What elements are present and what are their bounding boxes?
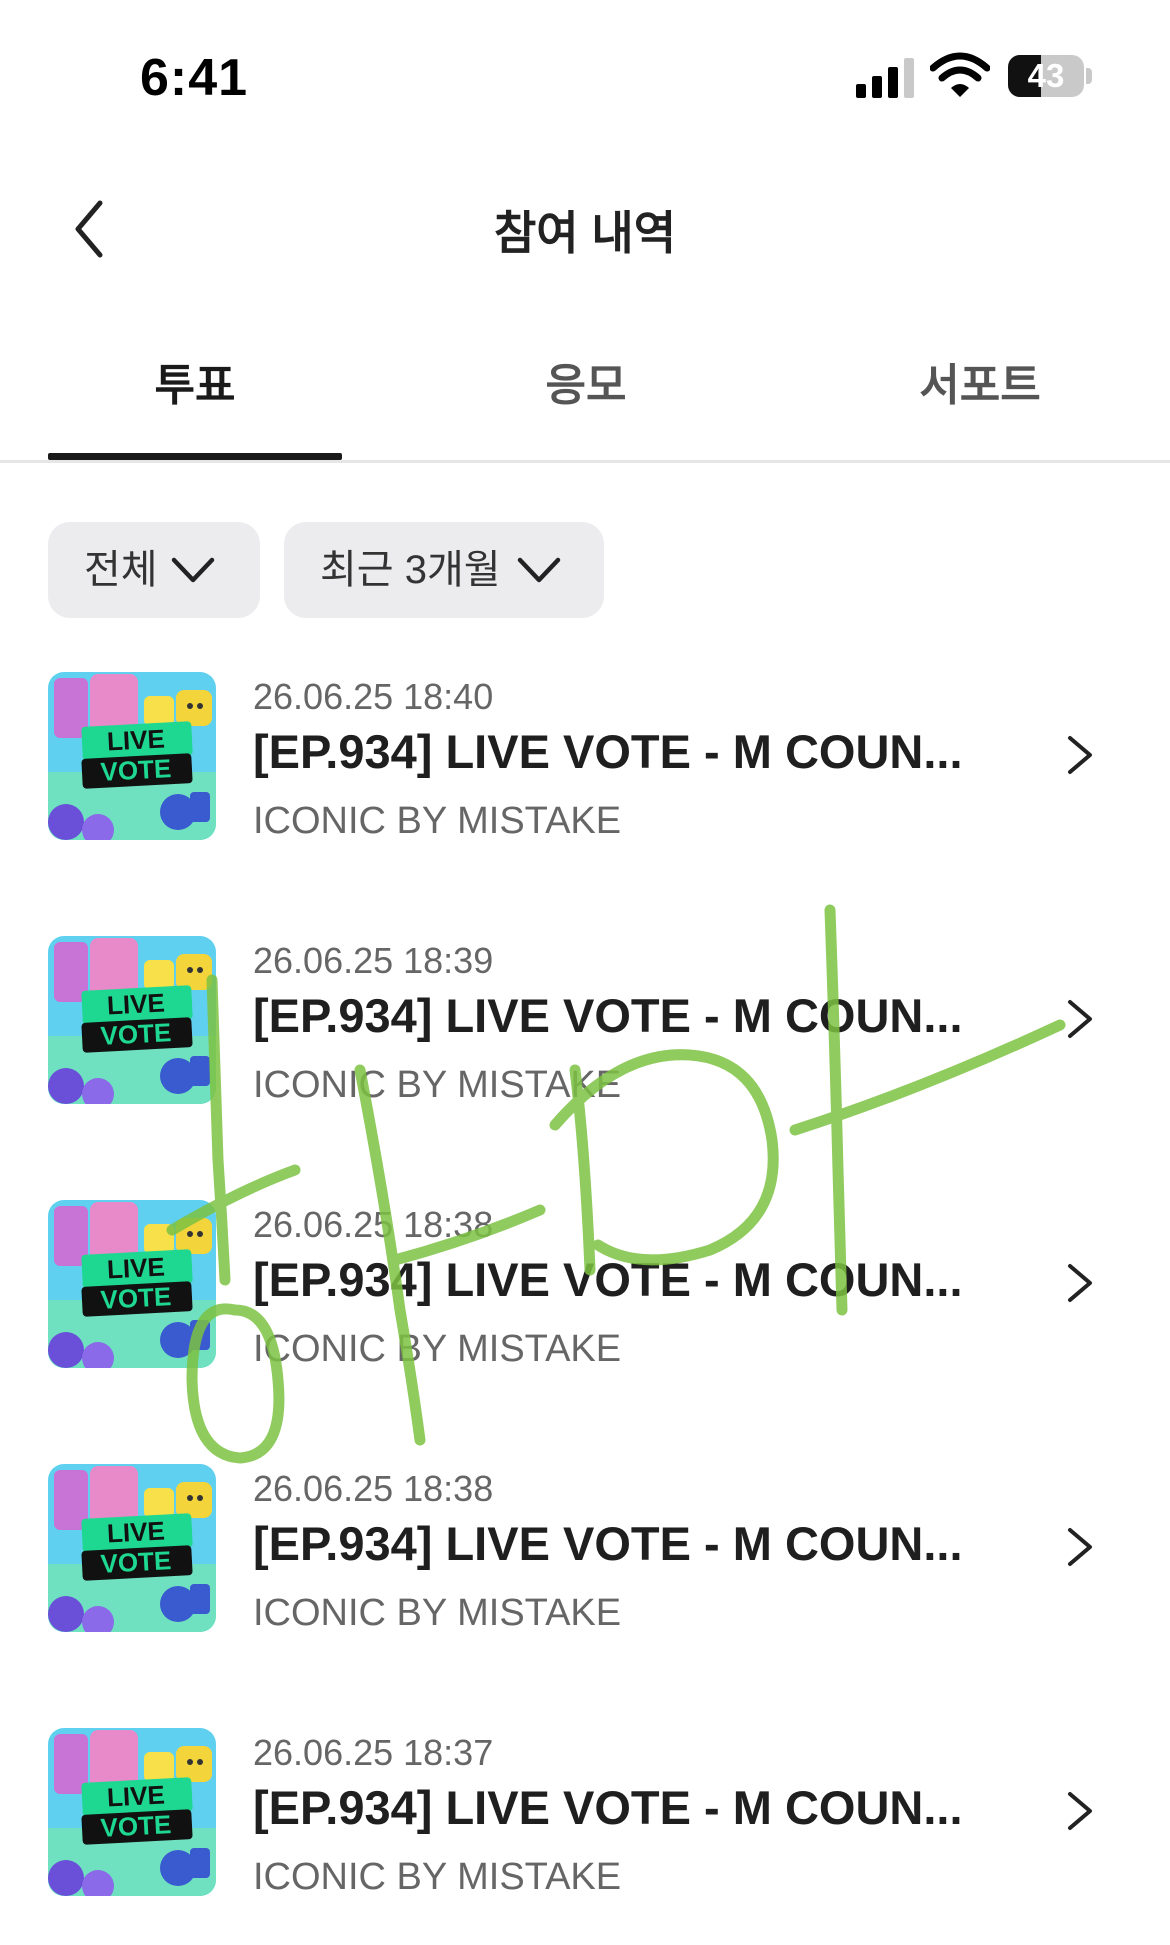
tab-bar: 투표 응모 서포트	[0, 345, 1170, 463]
chevron-right-icon	[1068, 736, 1092, 774]
wifi-icon	[930, 52, 990, 97]
live-vote-thumbnail: LIVE VOTE	[48, 1464, 216, 1632]
battery-cap	[1086, 68, 1092, 84]
app-screen: 6:41 43 참여 내역 투표 응모 서포트 전체 최근 3개월 LIVE V…	[0, 0, 1170, 1945]
live-vote-thumbnail: LIVE VOTE	[48, 1200, 216, 1368]
item-subtitle: ICONIC BY MISTAKE	[253, 1592, 622, 1634]
item-date: 26.06.25 18:39	[253, 940, 494, 981]
active-tab-indicator	[48, 453, 342, 460]
battery-body: 43	[1008, 55, 1084, 97]
tab-support[interactable]: 서포트	[830, 345, 1130, 460]
item-subtitle: ICONIC BY MISTAKE	[253, 1328, 622, 1370]
status-time: 6:41	[140, 49, 249, 107]
chevron-right-icon	[1068, 1000, 1092, 1038]
chevron-right-icon	[1068, 1792, 1092, 1830]
tab-entry[interactable]: 응모	[436, 345, 736, 460]
item-title: [EP.934] LIVE VOTE - M COUN...	[253, 725, 963, 778]
live-vote-thumbnail: LIVE VOTE	[48, 672, 216, 840]
item-date: 26.06.25 18:38	[253, 1468, 494, 1509]
thumb-text-line1: LIVE	[106, 724, 165, 757]
list-item[interactable]: LIVE VOTE 26.06.25 18:40 [EP.934] LIVE V…	[0, 672, 1170, 872]
signal-icon	[856, 58, 914, 98]
thumb-text-line1: LIVE	[106, 1780, 165, 1813]
header: 참여 내역	[0, 175, 1170, 275]
status-bar: 6:41 43	[0, 0, 1170, 150]
chevron-down-icon	[517, 557, 561, 583]
filter-period[interactable]: 최근 3개월	[284, 522, 604, 618]
page-title: 참여 내역	[493, 207, 677, 259]
live-vote-thumbnail: LIVE VOTE	[48, 936, 216, 1104]
filter-all-label: 전체	[84, 548, 158, 592]
item-date: 26.06.25 18:40	[253, 676, 494, 717]
thumb-text-line1: LIVE	[106, 1252, 165, 1285]
chevron-down-icon	[171, 557, 215, 583]
item-date: 26.06.25 18:38	[253, 1204, 494, 1245]
thumb-text-line2: VOTE	[100, 1017, 172, 1051]
battery-level: 43	[1027, 57, 1065, 94]
list-item[interactable]: LIVE VOTE 26.06.25 18:38 [EP.934] LIVE V…	[0, 1200, 1170, 1400]
list-item[interactable]: LIVE VOTE 26.06.25 18:39 [EP.934] LIVE V…	[0, 936, 1170, 1136]
list-item[interactable]: LIVE VOTE 26.06.25 18:37 [EP.934] LIVE V…	[0, 1728, 1170, 1928]
item-title: [EP.934] LIVE VOTE - M COUN...	[253, 1253, 963, 1306]
item-subtitle: ICONIC BY MISTAKE	[253, 1064, 622, 1106]
tab-vote[interactable]: 투표	[45, 345, 345, 460]
thumb-text-line1: LIVE	[106, 988, 165, 1021]
filter-all[interactable]: 전체	[48, 522, 260, 618]
chevron-right-icon	[1068, 1528, 1092, 1566]
list-item[interactable]: LIVE VOTE 26.06.25 18:38 [EP.934] LIVE V…	[0, 1464, 1170, 1664]
item-title: [EP.934] LIVE VOTE - M COUN...	[253, 989, 963, 1042]
thumb-text-line2: VOTE	[100, 1545, 172, 1579]
item-date: 26.06.25 18:37	[253, 1732, 494, 1773]
thumb-text-line2: VOTE	[100, 753, 172, 787]
thumb-text-line2: VOTE	[100, 1809, 172, 1843]
thumb-text-line1: LIVE	[106, 1516, 165, 1549]
live-vote-thumbnail: LIVE VOTE	[48, 1728, 216, 1896]
filter-period-label: 최근 3개월	[320, 548, 501, 592]
item-subtitle: ICONIC BY MISTAKE	[253, 1856, 622, 1898]
thumb-text-line2: VOTE	[100, 1281, 172, 1315]
chevron-right-icon	[1068, 1264, 1092, 1302]
item-title: [EP.934] LIVE VOTE - M COUN...	[253, 1781, 963, 1834]
battery-icon: 43	[1008, 55, 1092, 97]
item-title: [EP.934] LIVE VOTE - M COUN...	[253, 1517, 963, 1570]
item-subtitle: ICONIC BY MISTAKE	[253, 800, 622, 842]
